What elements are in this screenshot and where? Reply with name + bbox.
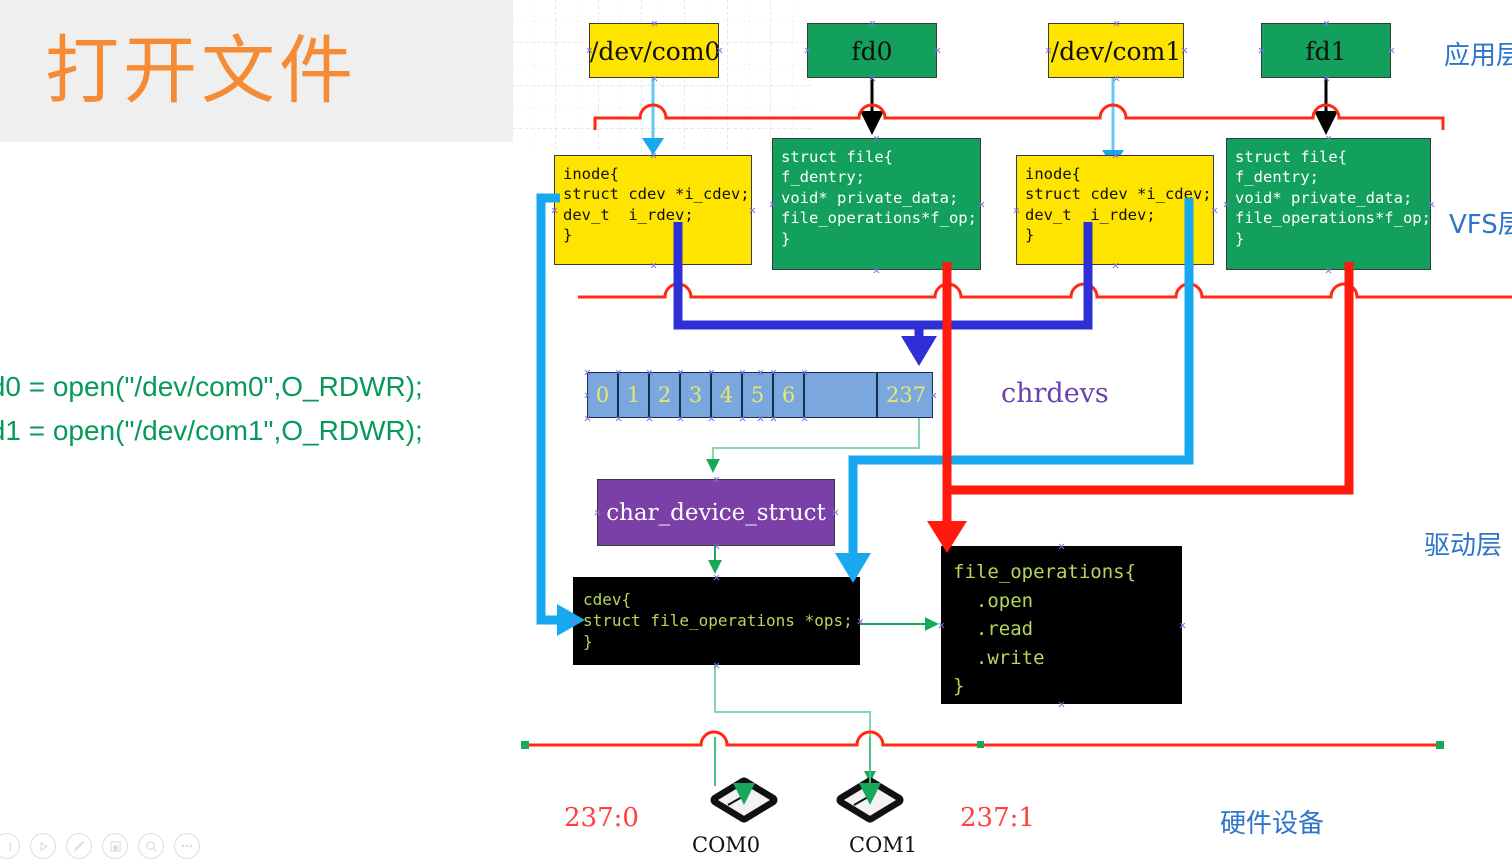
device-icon-com0[interactable]	[710, 777, 778, 823]
arrowhead-chrdevs	[901, 336, 937, 366]
node-struct-file-1[interactable]: struct file{ f_dentry; void* private_dat…	[1226, 138, 1431, 270]
node-dev-com1[interactable]: /dev/com1	[1048, 23, 1184, 78]
layout-icon[interactable]	[102, 833, 128, 859]
node-fd1[interactable]: fd1	[1261, 23, 1391, 78]
node-dev-com0[interactable]: /dev/com0	[589, 23, 721, 78]
zoom-icon[interactable]	[138, 833, 164, 859]
more-icon[interactable]	[174, 833, 200, 859]
node-inode-0-body: inode{ struct cdev *i_cdev; dev_t i_rdev…	[563, 165, 750, 245]
chrdevs-cell-5[interactable]: 5	[743, 373, 774, 417]
node-file-operations[interactable]: file_operations{ .open .read .write }	[941, 546, 1182, 704]
prev-icon[interactable]	[0, 833, 20, 859]
node-fd0[interactable]: fd0	[807, 23, 937, 78]
major-minor-com1: 237:1	[960, 803, 1035, 833]
separator-vfs-driver	[578, 282, 1512, 299]
arrowhead-com1	[859, 783, 881, 805]
diagram-canvas: /dev/com0 fd0 /dev/com1 fd1 inode{ struc…	[513, 0, 1512, 865]
arrowhead-com0	[733, 783, 755, 805]
link-chrdevs-cds	[706, 418, 920, 473]
chrdevs-cell-7[interactable]	[805, 373, 878, 417]
node-cdev-body: cdev{ struct file_operations *ops; }	[583, 590, 853, 652]
pen-icon[interactable]	[66, 833, 92, 859]
layer-label-driver: 驱动层	[1424, 531, 1503, 561]
rail-endpoint-right	[1436, 741, 1444, 749]
major-minor-com0: 237:0	[564, 803, 639, 833]
node-char-device-struct[interactable]: char_device_struct	[597, 479, 835, 546]
link-cdev-com0	[714, 665, 876, 783]
rail-endpoint-mid	[977, 741, 984, 748]
slide-root: /dev/com0 fd0 /dev/com1 fd1 inode{ struc…	[0, 0, 1512, 865]
chrdevs-cell-0[interactable]: 0	[588, 373, 619, 417]
node-dev-com1-label: /dev/com1	[1050, 37, 1182, 66]
rail-endpoint-left	[521, 741, 529, 749]
device-icon-com1[interactable]	[836, 777, 904, 823]
device-label-com1: COM1	[849, 833, 918, 857]
player-toolbar[interactable]	[0, 833, 200, 859]
chrdevs-array[interactable]: 0 1 2 3 4 5 6 237	[587, 372, 933, 418]
layer-label-hardware: 硬件设备	[1220, 809, 1325, 839]
chrdevs-cell-2[interactable]: 2	[650, 373, 681, 417]
chrdevs-cell-1[interactable]: 1	[619, 373, 650, 417]
layer-label-application: 应用层	[1444, 41, 1512, 71]
chrdevs-label: chrdevs	[1001, 378, 1109, 409]
link-cdev-com1	[715, 665, 870, 712]
separator-driver-hardware	[525, 730, 1440, 747]
node-struct-file-0-body: struct file{ f_dentry; void* private_dat…	[781, 148, 977, 248]
node-inode-1-body: inode{ struct cdev *i_cdev; dev_t i_rdev…	[1025, 165, 1212, 245]
node-inode-0[interactable]: inode{ struct cdev *i_cdev; dev_t i_rdev…	[554, 155, 752, 265]
link-files-fops	[942, 262, 1354, 495]
left-slide-pane: 打开文件 fd0 = open("/dev/com0",O_RDWR); fd1…	[0, 0, 513, 865]
code-line-0: fd0 = open("/dev/com0",O_RDWR);	[0, 371, 423, 402]
play-icon[interactable]	[30, 833, 56, 859]
chrdevs-cell-3[interactable]: 3	[681, 373, 712, 417]
node-char-device-struct-label: char_device_struct	[606, 500, 826, 526]
chrdevs-cell-8[interactable]: 237	[878, 373, 934, 417]
node-dev-com0-label: /dev/com0	[590, 37, 721, 66]
node-cdev[interactable]: cdev{ struct file_operations *ops; }	[573, 577, 860, 665]
node-inode-1[interactable]: inode{ struct cdev *i_cdev; dev_t i_rdev…	[1016, 155, 1214, 265]
node-struct-file-0[interactable]: struct file{ f_dentry; void* private_dat…	[772, 138, 981, 270]
device-label-com0: COM0	[692, 833, 761, 857]
code-line-1: fd1 = open("/dev/com1",O_RDWR);	[0, 415, 423, 446]
node-fd1-label: fd1	[1305, 37, 1347, 66]
node-struct-file-1-body: struct file{ f_dentry; void* private_dat…	[1235, 148, 1431, 248]
chrdevs-cell-6[interactable]: 6	[774, 373, 805, 417]
layer-label-vfs: VFS层	[1449, 210, 1512, 240]
node-file-operations-body: file_operations{ .open .read .write }	[953, 561, 1137, 697]
chrdevs-cell-4[interactable]: 4	[712, 373, 743, 417]
node-fd0-label: fd0	[851, 37, 893, 66]
page-title: 打开文件	[45, 28, 357, 114]
